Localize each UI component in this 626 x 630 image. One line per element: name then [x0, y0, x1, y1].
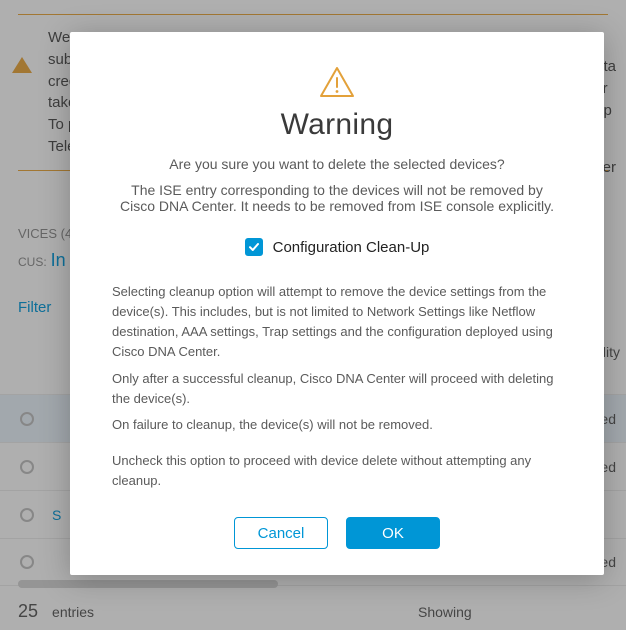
cleanup-checkbox-row[interactable]: Configuration Clean-Up	[112, 238, 562, 256]
cancel-button[interactable]: Cancel	[234, 517, 328, 549]
modal-body-p4: Uncheck this option to proceed with devi…	[112, 451, 562, 491]
modal-buttons: Cancel OK	[112, 517, 562, 549]
modal-question: Are you sure you want to delete the sele…	[112, 156, 562, 172]
cleanup-checkbox-label: Configuration Clean-Up	[273, 239, 430, 256]
warning-modal: Warning Are you sure you want to delete …	[70, 32, 604, 575]
modal-body: Selecting cleanup option will attempt to…	[112, 282, 562, 491]
modal-body-p3: On failure to cleanup, the device(s) wil…	[112, 415, 562, 435]
modal-body-p1: Selecting cleanup option will attempt to…	[112, 282, 562, 363]
cleanup-checkbox[interactable]	[245, 238, 263, 256]
modal-ise-note: The ISE entry corresponding to the devic…	[112, 182, 562, 214]
warning-icon	[112, 66, 562, 98]
modal-title: Warning	[112, 108, 562, 142]
app-background: We subs cred take To p Tele VICES (4) CU…	[0, 0, 626, 630]
ok-button[interactable]: OK	[346, 517, 440, 549]
modal-body-p2: Only after a successful cleanup, Cisco D…	[112, 369, 562, 409]
